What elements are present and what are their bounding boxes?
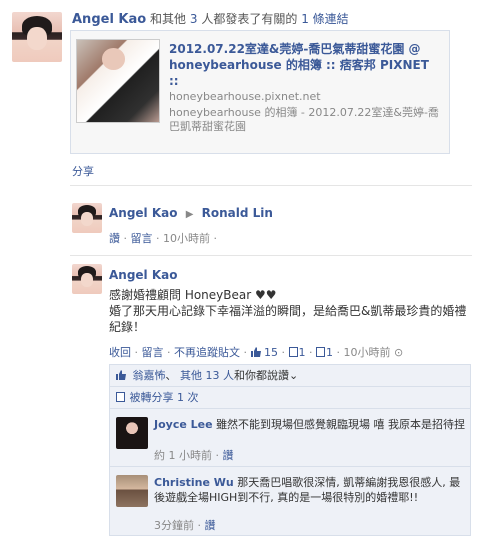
others-count: 13: [205, 369, 220, 382]
shared-count: 1: [177, 391, 184, 404]
shared-label: 被轉分享: [129, 391, 174, 404]
comment-author[interactable]: Christine Wu: [154, 476, 234, 489]
comment-meta: 約 1 小時前 · 讚: [154, 449, 234, 462]
others-link[interactable]: 其他 13 人: [180, 369, 234, 382]
comment-count[interactable]: 1: [288, 346, 310, 359]
actor-link[interactable]: Angel Kao: [109, 206, 178, 220]
story-header: Angel Kao 和其他 3 人都發表了有關的 1 條連結: [72, 10, 349, 27]
privacy-icon: ·: [213, 232, 218, 245]
share-count[interactable]: 1: [316, 346, 337, 359]
link-count[interactable]: 1: [301, 12, 309, 26]
shared-link[interactable]: 被轉分享 1 次: [130, 391, 199, 404]
liker-link[interactable]: 翁嘉怖: [133, 369, 166, 382]
divider: [70, 185, 472, 186]
comment-body: Joyce Lee 雖然不能到現場但感覺親臨現場 嘻 我原本是招待捏: [154, 417, 466, 432]
comment-meta: 3分鐘前 · 讚: [154, 519, 216, 532]
avatar[interactable]: [12, 12, 62, 62]
comment-link[interactable]: 留言: [142, 346, 164, 359]
link-title[interactable]: 2012.07.22室達&莞婷-喬巴氣蒂甜蜜花園 @ honeybearhous…: [169, 41, 441, 89]
arrow-right-icon: ▶: [185, 209, 194, 220]
like-count[interactable]: 15: [250, 346, 282, 359]
share-link[interactable]: 分享: [72, 163, 94, 179]
link-description: honeybearhouse 的相簿 - 2012.07.22室達&莞婷-喬巴凱…: [169, 106, 439, 133]
shared-suffix: 次: [187, 391, 199, 404]
unfollow-link[interactable]: 不再追蹤貼文: [174, 346, 240, 359]
comment-text: 雖然不能到現場但感覺親臨現場 嘻 我原本是招待捏: [216, 418, 466, 431]
thumbs-up-icon: [250, 347, 261, 357]
liked-text: 和你都說讚: [234, 369, 289, 382]
comment-item: Christine Wu 那天喬巴唱歌很深情, 凱蒂編謝我恩很感人, 最後遊戲全…: [110, 467, 470, 535]
post-message: 感謝婚禮顧問 HoneyBear ♥♥ 婚了那天用心記錄下幸福洋溢的瞬間，是給喬…: [109, 287, 469, 335]
thumbs-up-icon: [116, 370, 126, 380]
comments-count: 1: [298, 346, 306, 359]
avatar[interactable]: [116, 417, 148, 449]
others-suffix: 人: [223, 369, 234, 382]
message-line: 感謝婚禮顧問 HoneyBear ♥♥: [109, 288, 277, 302]
shares-count: 1: [326, 346, 333, 359]
and-others-text: 和其他: [150, 12, 187, 26]
target-link[interactable]: Ronald Lin: [202, 206, 273, 220]
others-count-link[interactable]: 3: [190, 12, 198, 26]
comment-item: Joyce Lee 雖然不能到現場但感覺親臨現場 嘻 我原本是招待捏 約 1 小…: [110, 409, 470, 467]
comment-like-link[interactable]: 讚: [223, 449, 234, 462]
link-domain: honeybearhouse.pixnet.net: [169, 90, 321, 103]
comment-icon: [288, 347, 298, 357]
comment-like-link[interactable]: 讚: [205, 519, 216, 532]
like-link[interactable]: 讚: [109, 232, 120, 245]
others-prefix: 其他: [180, 369, 202, 382]
comment-author[interactable]: Joyce Lee: [154, 418, 213, 431]
comment-time[interactable]: 約 1 小時前: [154, 449, 212, 462]
share-icon: [116, 392, 125, 402]
comment-time[interactable]: 3分鐘前: [154, 519, 194, 532]
timestamp[interactable]: 10小時前: [163, 232, 210, 245]
story-actions: 讚 · 留言 · 10小時前 ·: [109, 232, 218, 245]
link-card[interactable]: 2012.07.22室達&莞婷-喬巴氣蒂甜蜜花園 @ honeybearhous…: [70, 30, 450, 154]
comment-link[interactable]: 留言: [131, 232, 153, 245]
comment-body: Christine Wu 那天喬巴唱歌很深情, 凱蒂編謝我恩很感人, 最後遊戲全…: [154, 475, 466, 505]
actor-link[interactable]: Angel Kao: [109, 268, 178, 282]
avatar[interactable]: [116, 475, 148, 507]
privacy-icon: ⊙: [394, 346, 404, 359]
feedback-box: 翁嘉怖、 其他 13 人和你都說讚⌄ 被轉分享 1 次 Joyce Lee 雖然…: [109, 364, 471, 536]
story-header: Angel Kao ▶ Ronald Lin: [109, 206, 273, 220]
people-text: 人都發表了有關的: [201, 12, 298, 26]
story-actions: 收回 · 留言 · 不再追蹤貼文 · 15 · 1 · 1 · 10小時前 ⊙: [109, 346, 404, 359]
actor-link[interactable]: Angel Kao: [72, 12, 146, 27]
likes-summary: 翁嘉怖、 其他 13 人和你都說讚⌄: [110, 365, 470, 387]
avatar[interactable]: [72, 264, 102, 294]
shares-summary: 被轉分享 1 次: [110, 387, 470, 409]
likes-count: 15: [264, 346, 278, 359]
retract-link[interactable]: 收回: [109, 346, 131, 359]
avatar[interactable]: [72, 203, 102, 233]
links-text[interactable]: 條連結: [313, 12, 349, 26]
share-icon: [316, 347, 325, 357]
timestamp[interactable]: 10小時前: [344, 346, 391, 359]
chevron-down-icon[interactable]: ⌄: [289, 369, 298, 382]
link-thumbnail[interactable]: [76, 39, 160, 123]
message-line: 婚了那天用心記錄下幸福洋溢的瞬間，是給喬巴&凱蒂最珍貴的婚禮紀錄！: [109, 304, 467, 334]
divider: [70, 255, 472, 256]
